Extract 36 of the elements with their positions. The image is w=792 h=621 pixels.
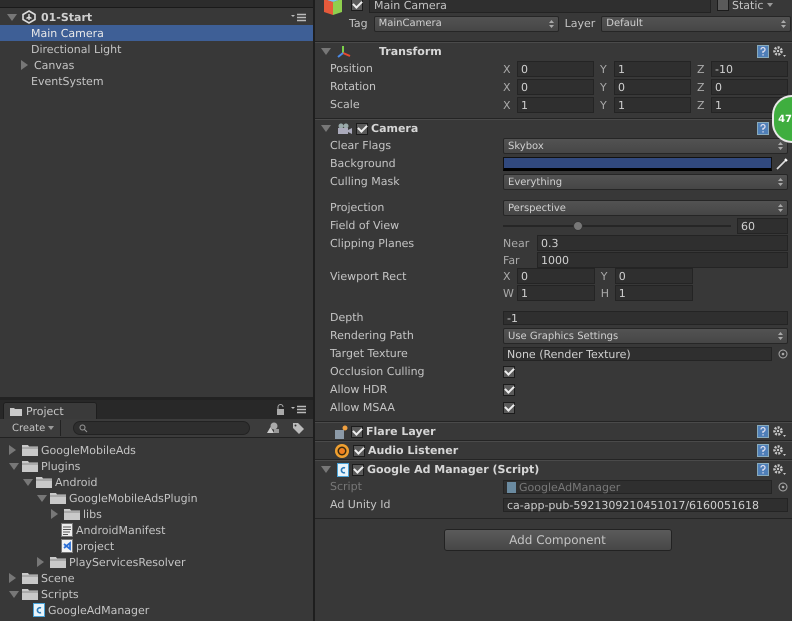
property-label: Rendering Path — [330, 328, 415, 344]
axis-label: Y — [600, 98, 608, 112]
axis-label: Y — [600, 80, 608, 94]
axis-label: Y — [600, 270, 608, 282]
axis-label: X — [503, 62, 512, 76]
property-label: Script — [330, 479, 363, 495]
property-label: Occlusion Culling — [330, 364, 426, 380]
axis-label: Z — [697, 80, 706, 94]
axis-label: X — [503, 270, 512, 282]
tag-label: Tag — [349, 17, 368, 30]
axis-label: Y — [600, 62, 608, 76]
axis-label: Z — [697, 62, 706, 76]
axis-label: H — [600, 286, 610, 300]
property-label: Depth — [330, 310, 365, 326]
axis-label: Far — [503, 254, 521, 266]
property-label: Culling Mask — [330, 174, 401, 190]
property-label: Rotation — [330, 79, 378, 95]
property-label: Scale — [330, 97, 361, 113]
property-label: Projection — [330, 200, 386, 216]
property-label: Field of View — [330, 218, 400, 234]
axis-label: Near — [503, 236, 530, 250]
property-label: Position — [330, 61, 374, 77]
property-label: Target Texture — [330, 346, 409, 362]
axis-label: Z — [697, 98, 706, 112]
scene-title: 01-Start — [41, 10, 92, 24]
axis-label: X — [503, 98, 512, 112]
property-label: Clear Flags — [330, 138, 392, 154]
property-label: Viewport Rect — [330, 269, 408, 285]
property-label: Clipping Planes — [330, 236, 416, 252]
axis-label: X — [503, 80, 512, 94]
axis-label: W — [503, 286, 515, 300]
property-label: Allow MSAA — [330, 400, 396, 416]
property-label: Background — [330, 156, 397, 172]
property-label: Allow HDR — [330, 382, 388, 398]
layer-label: Layer — [564, 17, 596, 30]
property-label: Ad Unity Id — [330, 497, 392, 513]
